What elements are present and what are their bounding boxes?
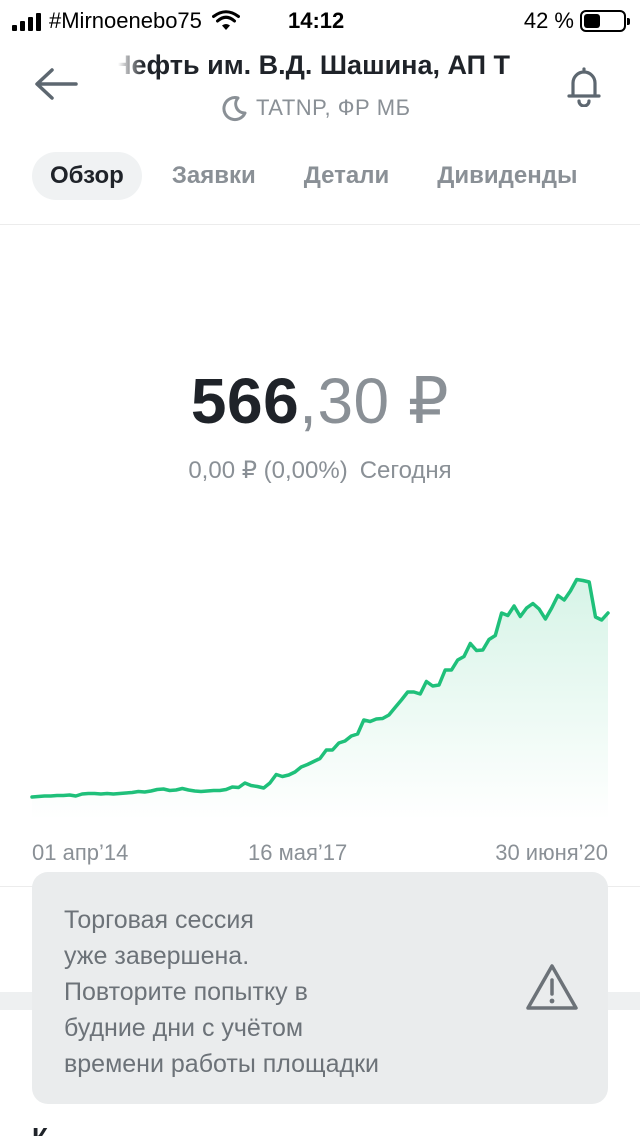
battery-icon — [580, 10, 630, 32]
session-closed-notice: Торговая сессия уже завершена. Повторите… — [32, 872, 608, 1104]
notice-line: Повторите попытку в — [64, 978, 308, 1006]
instrument-subtitle: TATNP, ФР МБ — [220, 94, 411, 122]
price-chart[interactable] — [0, 560, 640, 830]
status-left: #Mirnoenebo75 — [12, 8, 240, 34]
tab-dividends[interactable]: Дивиденды — [419, 152, 595, 200]
battery-level — [584, 14, 600, 28]
next-section-heading: К — [32, 1122, 48, 1136]
bell-icon — [567, 67, 601, 107]
tab-orders[interactable]: Заявки — [154, 152, 274, 200]
notice-line: Торговая сессия — [64, 906, 254, 934]
x-label-start: 01 апр’14 — [32, 840, 129, 865]
price-change: 0,00 ₽ (0,00%) — [188, 457, 348, 484]
notice-line: будние дни с учётом — [64, 1014, 304, 1042]
tab-overview[interactable]: Обзор — [32, 152, 142, 200]
notice-text: Торговая сессия уже завершена. Повторите… — [64, 902, 484, 1082]
price-change-period: Сегодня — [359, 457, 452, 484]
x-label-middle: 16 мая’17 — [248, 840, 348, 865]
status-time: 14:12 — [288, 8, 345, 33]
status-bar: #Mirnoenebo75 14:12 42 % — [0, 0, 640, 40]
ticker-label: TATNP, ФР МБ — [256, 95, 411, 120]
carrier-name: #Mirnoenebo75 — [49, 8, 202, 33]
notice-line: времени работы площадки — [64, 1050, 380, 1078]
title-fade-left — [118, 50, 144, 86]
signal-bars-icon — [12, 11, 41, 31]
price-change-row: 0,00 ₽ (0,00%) Сегодня — [0, 456, 640, 485]
tab-details[interactable]: Детали — [286, 152, 408, 200]
x-label-end: 30 июня’20 — [495, 840, 608, 865]
current-price: 566,30 ₽ — [0, 364, 640, 439]
instrument-title: Нефть им. В.Д. Шашина, АП Т — [118, 50, 511, 80]
notice-line: уже завершена. — [64, 942, 250, 970]
arrow-left-icon — [35, 68, 78, 100]
back-button[interactable] — [28, 60, 84, 108]
instrument-title-container: Нефть им. В.Д. Шашина, АП Т — [118, 50, 544, 86]
title-fade-right — [518, 50, 544, 86]
battery-percent: 42 % — [523, 8, 574, 33]
moon-icon — [222, 96, 247, 122]
chart-x-axis: 01 апр’14 16 мая’17 30 июня’20 — [0, 840, 640, 870]
status-right: 42 % — [523, 8, 630, 34]
wifi-icon — [211, 10, 240, 30]
price-integer: 566 — [190, 365, 300, 437]
price-fraction: ,30 ₽ — [299, 365, 450, 437]
tab-bar: Обзор Заявки Детали Дивиденды — [32, 152, 607, 200]
notifications-button[interactable] — [560, 62, 608, 110]
warning-triangle-icon — [526, 964, 578, 1010]
header-divider — [0, 224, 640, 225]
